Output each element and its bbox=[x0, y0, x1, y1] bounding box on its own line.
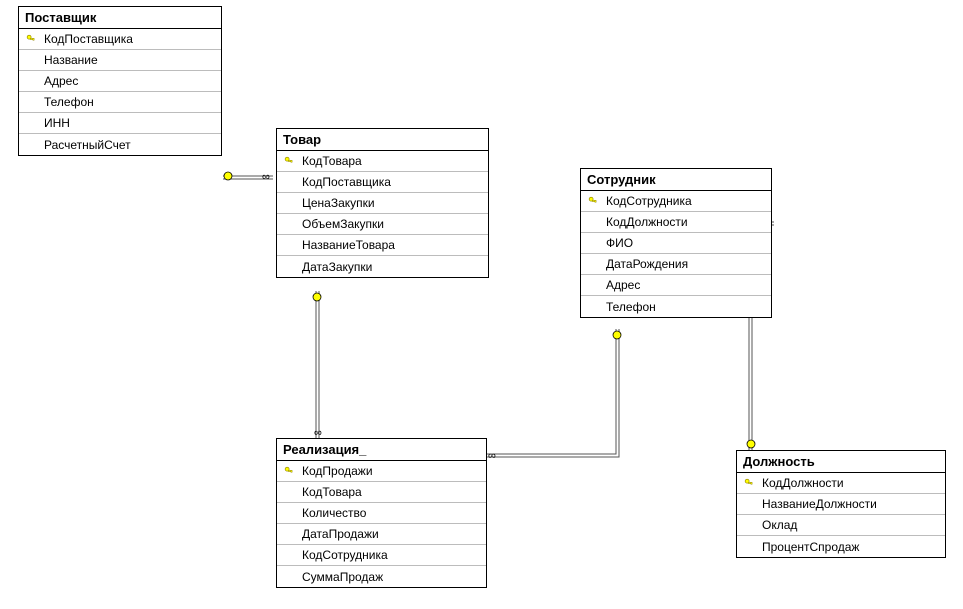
field-name: КодСотрудника bbox=[602, 194, 692, 208]
field-name: КодПоставщика bbox=[40, 32, 133, 46]
er-diagram-canvas: ∞ Поставщик КодПостав bbox=[0, 0, 963, 609]
table-row[interactable]: КодПродажи bbox=[277, 461, 486, 482]
table-row[interactable]: Адрес bbox=[19, 71, 221, 92]
field-name: НазваниеТовара bbox=[298, 238, 395, 252]
table-row[interactable]: КодСотрудника bbox=[581, 191, 771, 212]
field-name: ДатаЗакупки bbox=[298, 260, 372, 274]
field-name: КодПродажи bbox=[298, 464, 373, 478]
table-row[interactable]: Адрес bbox=[581, 275, 771, 296]
table-title: Реализация_ bbox=[277, 439, 486, 461]
field-name: ДатаПродажи bbox=[298, 527, 379, 541]
table-title: Поставщик bbox=[19, 7, 221, 29]
table-row[interactable]: НазваниеДолжности bbox=[737, 494, 945, 515]
primary-key-icon bbox=[584, 196, 602, 206]
table-row[interactable]: РасчетныйСчет bbox=[19, 134, 221, 155]
table-row[interactable]: Название bbox=[19, 50, 221, 71]
field-name: Телефон bbox=[602, 300, 656, 314]
table-title: Сотрудник bbox=[581, 169, 771, 191]
primary-key-icon bbox=[280, 156, 298, 166]
field-name: Телефон bbox=[40, 95, 94, 109]
field-name: КодТовара bbox=[298, 485, 362, 499]
table-row[interactable]: ОбъемЗакупки bbox=[277, 214, 488, 235]
table-body: КодДолжности НазваниеДолжности Оклад Про… bbox=[737, 473, 945, 557]
primary-key-icon bbox=[22, 34, 40, 44]
table-row[interactable]: ИНН bbox=[19, 113, 221, 134]
table-title: Должность bbox=[737, 451, 945, 473]
field-name: Оклад bbox=[758, 518, 797, 532]
field-name: Количество bbox=[298, 506, 366, 520]
table-row[interactable]: НазваниеТовара bbox=[277, 235, 488, 256]
field-name: НазваниеДолжности bbox=[758, 497, 877, 511]
table-body: КодТовара КодПоставщика ЦенаЗакупки Объе… bbox=[277, 151, 488, 277]
table-row[interactable]: ДатаЗакупки bbox=[277, 256, 488, 277]
field-name: Адрес bbox=[602, 278, 640, 292]
field-name: КодСотрудника bbox=[298, 548, 388, 562]
field-name: РасчетныйСчет bbox=[40, 138, 131, 152]
table-body: КодПродажи КодТовара Количество ДатаПрод… bbox=[277, 461, 486, 587]
table-row[interactable]: ДатаПродажи bbox=[277, 524, 486, 545]
field-name: КодДолжности bbox=[758, 476, 844, 490]
table-row[interactable]: Оклад bbox=[737, 515, 945, 536]
table-row[interactable]: КодПоставщика bbox=[277, 172, 488, 193]
table-sale[interactable]: Реализация_ КодПродажи КодТовара Количес… bbox=[276, 438, 487, 588]
primary-key-icon bbox=[280, 466, 298, 476]
table-row[interactable]: ФИО bbox=[581, 233, 771, 254]
table-body: КодСотрудника КодДолжности ФИО ДатаРожде… bbox=[581, 191, 771, 317]
field-name: КодПоставщика bbox=[298, 175, 391, 189]
table-row[interactable]: ДатаРождения bbox=[581, 254, 771, 275]
field-name: ДатаРождения bbox=[602, 257, 688, 271]
table-row[interactable]: КодСотрудника bbox=[277, 545, 486, 566]
table-row[interactable]: Телефон bbox=[19, 92, 221, 113]
table-row[interactable]: КодПоставщика bbox=[19, 29, 221, 50]
table-body: КодПоставщика Название Адрес Телефон ИНН… bbox=[19, 29, 221, 155]
primary-key-icon bbox=[740, 478, 758, 488]
table-title: Товар bbox=[277, 129, 488, 151]
field-name: КодТовара bbox=[298, 154, 362, 168]
field-name: СуммаПродаж bbox=[298, 570, 383, 584]
table-row[interactable]: Телефон bbox=[581, 296, 771, 317]
table-row[interactable]: КодТовара bbox=[277, 151, 488, 172]
field-name: ОбъемЗакупки bbox=[298, 217, 384, 231]
field-name: КодДолжности bbox=[602, 215, 688, 229]
field-name: Адрес bbox=[40, 74, 78, 88]
table-row[interactable]: КодТовара bbox=[277, 482, 486, 503]
field-name: ПроцентСпродаж bbox=[758, 540, 859, 554]
field-name: ФИО bbox=[602, 236, 633, 250]
field-name: Название bbox=[40, 53, 98, 67]
table-row[interactable]: КодДолжности bbox=[581, 212, 771, 233]
field-name: ИНН bbox=[40, 116, 70, 130]
field-name: ЦенаЗакупки bbox=[298, 196, 375, 210]
table-product[interactable]: Товар КодТовара КодПоставщика ЦенаЗакупк… bbox=[276, 128, 489, 278]
table-row[interactable]: ПроцентСпродаж bbox=[737, 536, 945, 557]
table-employee[interactable]: Сотрудник КодСотрудника КодДолжности ФИО… bbox=[580, 168, 772, 318]
table-row[interactable]: КодДолжности bbox=[737, 473, 945, 494]
table-row[interactable]: ЦенаЗакупки bbox=[277, 193, 488, 214]
table-supplier[interactable]: Поставщик КодПоставщика Название Адрес Т… bbox=[18, 6, 222, 156]
table-position[interactable]: Должность КодДолжности НазваниеДолжности… bbox=[736, 450, 946, 558]
table-row[interactable]: Количество bbox=[277, 503, 486, 524]
table-row[interactable]: СуммаПродаж bbox=[277, 566, 486, 587]
